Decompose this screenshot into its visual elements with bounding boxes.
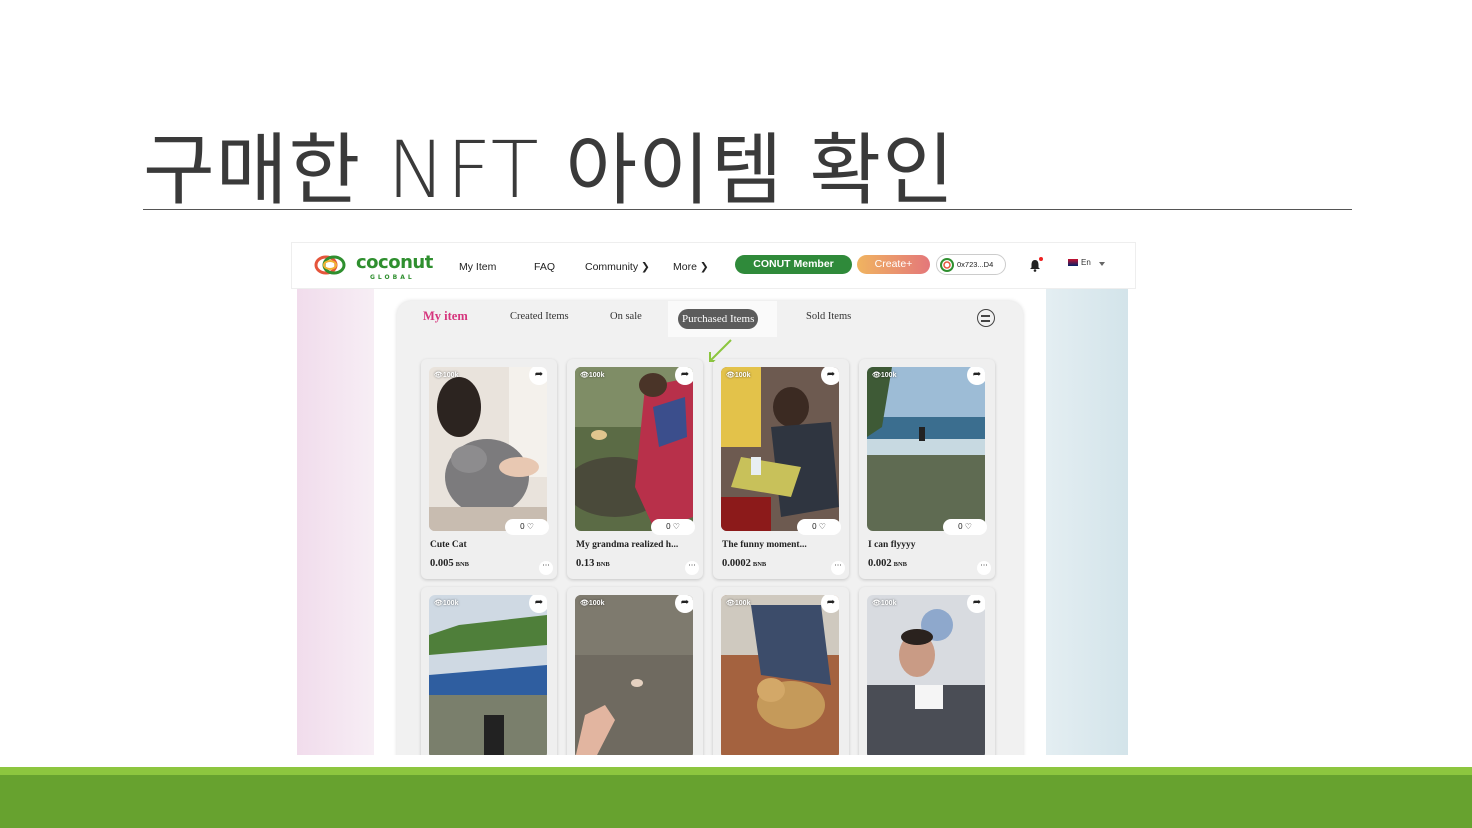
card-title: The funny moment... bbox=[722, 540, 807, 550]
more-options-icon[interactable]: ··· bbox=[539, 561, 553, 575]
nft-thumbnail[interactable]: 👁100k ➦ bbox=[867, 595, 985, 755]
nft-card[interactable]: 👁100k ➦ 0 ♡ Cute Cat 0.005 BNB ··· bbox=[421, 359, 557, 579]
views-counter: 👁100k bbox=[434, 600, 459, 607]
more-options-icon[interactable]: ··· bbox=[831, 561, 845, 575]
beach-image bbox=[867, 367, 985, 531]
filter-icon[interactable] bbox=[977, 309, 995, 327]
footer-band-dark bbox=[0, 775, 1472, 828]
page-background-left bbox=[297, 289, 374, 755]
top-navbar: coconut GLOBAL My Item FAQ Community ❯ M… bbox=[291, 242, 1136, 289]
views-counter: 👁100k bbox=[872, 600, 897, 607]
views-counter: 👁100k bbox=[580, 372, 605, 379]
views-counter: 👁100k bbox=[872, 372, 897, 379]
tab-purchased-items[interactable]: Purchased Items bbox=[678, 309, 759, 329]
coconut-logo-icon bbox=[314, 255, 346, 275]
like-counter[interactable]: 0 ♡ bbox=[505, 519, 549, 535]
nft-card[interactable]: 👁100k ➦ 0 ♡ The funny moment... 0.0002 BN… bbox=[713, 359, 849, 579]
title-divider bbox=[143, 209, 1352, 210]
like-counter[interactable]: 0 ♡ bbox=[797, 519, 841, 535]
create-button[interactable]: Create+ bbox=[857, 255, 930, 274]
like-counter[interactable]: 0 ♡ bbox=[943, 519, 987, 535]
more-options-icon[interactable]: ··· bbox=[685, 561, 699, 575]
views-counter: 👁100k bbox=[726, 600, 751, 607]
dog-image bbox=[721, 595, 839, 755]
tab-created-items[interactable]: Created Items bbox=[510, 311, 569, 322]
coconut-logo[interactable]: coconut GLOBAL bbox=[314, 252, 434, 282]
nft-card[interactable]: 👁100k ➦ bbox=[567, 587, 703, 755]
nft-card[interactable]: 👁100k ➦ 0 ♡ I can flyyyy 0.002 BNB ··· bbox=[859, 359, 995, 579]
tab-purchased-items-container: Purchased Items bbox=[668, 301, 777, 337]
wallet-address: 0x723...D4 bbox=[957, 260, 994, 269]
nft-card[interactable]: 👁100k ➦ bbox=[713, 587, 849, 755]
nav-faq[interactable]: FAQ bbox=[534, 261, 555, 273]
app-screenshot: coconut GLOBAL My Item FAQ Community ❯ M… bbox=[291, 242, 1136, 755]
language-selector[interactable]: En bbox=[1068, 258, 1091, 267]
card-price: 0.005 BNB bbox=[430, 558, 469, 569]
cat-image bbox=[429, 367, 547, 531]
nav-my-item[interactable]: My Item bbox=[459, 261, 496, 273]
card-price: 0.002 BNB bbox=[868, 558, 907, 569]
share-icon[interactable]: ➦ bbox=[821, 367, 839, 385]
footer-band-light bbox=[0, 767, 1472, 775]
card-price: 0.13 BNB bbox=[576, 558, 610, 569]
card-price: 0.0002 BNB bbox=[722, 558, 767, 569]
notification-dot bbox=[1039, 257, 1043, 261]
nft-card[interactable]: 👁100k ➦ bbox=[421, 587, 557, 755]
conut-member-button[interactable]: CONUT Member bbox=[735, 255, 852, 274]
airplane-image bbox=[429, 595, 547, 755]
card-title: My grandma realized h... bbox=[576, 540, 679, 550]
nft-card[interactable]: 👁100k ➦ 0 ♡ My grandma realized h... 0.1… bbox=[567, 359, 703, 579]
card-title: Cute Cat bbox=[430, 540, 467, 550]
slide-title: 구매한 NFT 아이템 확인 bbox=[143, 126, 955, 216]
wallet-address-button[interactable]: 0x723...D4 bbox=[936, 254, 1006, 275]
share-icon[interactable]: ➦ bbox=[967, 595, 985, 613]
logo-wordmark: coconut bbox=[356, 252, 433, 273]
nav-community[interactable]: Community ❯ bbox=[585, 261, 650, 273]
share-icon[interactable]: ➦ bbox=[529, 367, 547, 385]
grandma-image bbox=[575, 367, 693, 531]
nft-thumbnail[interactable]: 👁100k ➦ bbox=[575, 367, 693, 531]
like-counter[interactable]: 0 ♡ bbox=[651, 519, 695, 535]
funny-moment-image bbox=[721, 367, 839, 531]
uk-flag-icon bbox=[1068, 259, 1078, 267]
share-icon[interactable]: ➦ bbox=[821, 595, 839, 613]
slide: 구매한 NFT 아이템 확인 coconut GLOBAL My Item FA… bbox=[0, 0, 1472, 828]
tab-sold-items[interactable]: Sold Items bbox=[806, 311, 851, 322]
more-options-icon[interactable]: ··· bbox=[977, 561, 991, 575]
views-counter: 👁100k bbox=[580, 600, 605, 607]
views-counter: 👁100k bbox=[434, 372, 459, 379]
views-counter: 👁100k bbox=[726, 372, 751, 379]
share-icon[interactable]: ➦ bbox=[529, 595, 547, 613]
nft-thumbnail[interactable]: 👁100k ➦ bbox=[575, 595, 693, 755]
notification-bell-icon[interactable] bbox=[1029, 257, 1043, 272]
nft-thumbnail[interactable]: 👁100k ➦ bbox=[721, 595, 839, 755]
water-image bbox=[575, 595, 693, 755]
share-icon[interactable]: ➦ bbox=[967, 367, 985, 385]
tab-on-sale[interactable]: On sale bbox=[610, 311, 642, 322]
nft-thumbnail[interactable]: 👁100k ➦ bbox=[429, 367, 547, 531]
language-label: En bbox=[1081, 258, 1091, 267]
item-tabs: My item Created Items On sale Purchased … bbox=[397, 301, 1023, 337]
card-title: I can flyyyy bbox=[868, 540, 916, 550]
nft-card[interactable]: 👁100k ➦ bbox=[859, 587, 995, 755]
wallet-logo-icon bbox=[940, 258, 954, 272]
logo-subtitle: GLOBAL bbox=[370, 274, 415, 281]
tab-my-item[interactable]: My item bbox=[423, 309, 468, 324]
page-background-right bbox=[1046, 289, 1128, 755]
share-icon[interactable]: ➦ bbox=[675, 367, 693, 385]
my-item-panel: My item Created Items On sale Purchased … bbox=[397, 301, 1023, 755]
share-icon[interactable]: ➦ bbox=[675, 595, 693, 613]
chevron-down-icon[interactable] bbox=[1099, 262, 1105, 266]
nft-thumbnail[interactable]: 👁100k ➦ bbox=[429, 595, 547, 755]
nav-more[interactable]: More ❯ bbox=[673, 261, 709, 273]
nft-thumbnail[interactable]: 👁100k ➦ bbox=[721, 367, 839, 531]
nft-thumbnail[interactable]: 👁100k ➦ bbox=[867, 367, 985, 531]
man-eating-image bbox=[867, 595, 985, 755]
